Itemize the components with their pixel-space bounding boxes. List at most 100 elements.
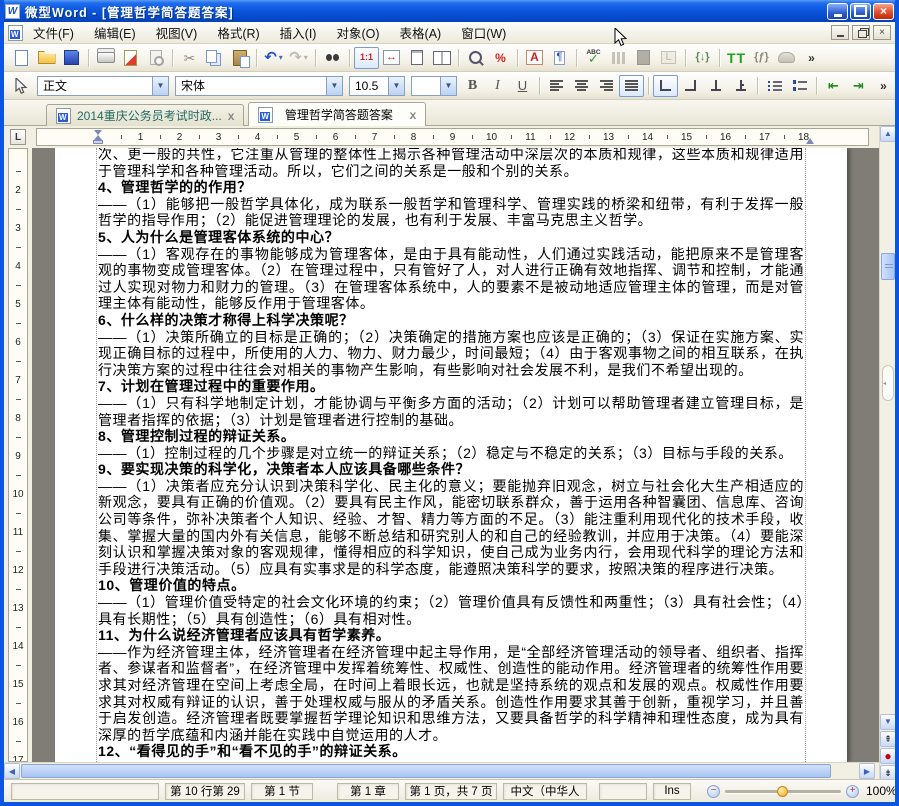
font-color-combo[interactable]: ▼ (411, 76, 457, 96)
toolbar-separator (535, 75, 544, 97)
zoom-100-button[interactable]: 1:1 (354, 47, 379, 69)
ruler-number: 13 (589, 129, 628, 145)
tab-close-icon[interactable]: x (228, 110, 235, 122)
document-paragraph: ——（1）决策所确立的目标是正确的；（2）决策确定的措施方案也应该是正确的；（3… (98, 329, 804, 379)
chevron-down-icon[interactable]: ▼ (152, 77, 168, 95)
font-color-button[interactable]: A (522, 47, 547, 69)
font-size-combo[interactable]: 10.5 ▼ (349, 76, 405, 96)
mail-merge-button[interactable] (774, 47, 799, 69)
fit-width-button[interactable]: ↔ (379, 47, 404, 69)
ruler-number: 18 (784, 129, 823, 145)
spellcheck-button[interactable]: ABC (581, 47, 606, 69)
export-pdf-button[interactable] (118, 47, 143, 69)
two-page-button[interactable] (429, 47, 454, 69)
letter-wizard-button[interactable]: L (656, 47, 681, 69)
browse-object-button[interactable]: ● (880, 748, 896, 764)
chevron-down-icon[interactable]: ▼ (388, 77, 404, 95)
style-combo[interactable]: 正文 ▼ (37, 76, 169, 96)
close-button[interactable]: × (873, 3, 894, 20)
vertical-scrollbar-thumb[interactable] (881, 253, 895, 280)
formula-button[interactable]: {ƒ} (749, 47, 774, 69)
zoom-out-button[interactable]: − (707, 785, 720, 798)
italic-button[interactable]: I (485, 75, 510, 97)
zoom-percent-button[interactable]: % (488, 47, 513, 69)
menu-insert[interactable]: 插入(I) (270, 20, 327, 45)
split-handle[interactable]: ◂ (882, 365, 894, 401)
vertical-ruler[interactable]: 2 3 4 5 6 7 8 9 10 11 (4, 148, 32, 762)
zoom-in-button[interactable]: + (846, 785, 859, 798)
chevron-down-icon[interactable]: ▼ (326, 77, 342, 95)
document-page[interactable]: 次、更一般的共性，它注重从管理的整体性上揭示各种管理活动中深层次的本质和规律，这… (55, 148, 847, 762)
shading-button[interactable] (631, 47, 656, 69)
minimize-document-button[interactable] (831, 25, 849, 40)
maximize-button[interactable] (850, 3, 871, 20)
close-document-button[interactable]: × (873, 25, 891, 40)
numbering-button[interactable] (787, 75, 812, 97)
select-tool-button[interactable] (9, 75, 34, 97)
tab-stop-selector[interactable]: L (10, 129, 26, 145)
ruler-number: 9 (9, 437, 27, 475)
ruler-number: 4 (238, 129, 277, 145)
justify-button[interactable] (619, 75, 644, 97)
tab-left-button[interactable] (653, 75, 678, 97)
minimize-button[interactable] (827, 3, 848, 20)
formatting-marks-button[interactable]: ¶ (547, 47, 572, 69)
horizontal-scrollbar[interactable]: ◀ ▶ (4, 762, 879, 779)
increase-indent-button[interactable]: ⇥ (846, 75, 871, 97)
underline-button[interactable]: U (510, 75, 535, 97)
tab-document-1[interactable]: 2014重庆公务员考试时政... x (46, 104, 244, 126)
tab-document-2[interactable]: 管理哲学简答题答案 x (248, 102, 426, 126)
align-left-button[interactable] (544, 75, 569, 97)
align-center-button[interactable] (569, 75, 594, 97)
document-paragraph: 8、管理控制过程的辩证关系。 (98, 428, 804, 445)
tab-right-button[interactable] (678, 75, 703, 97)
scroll-up-button[interactable]: ▲ (880, 126, 896, 142)
find-button[interactable] (320, 47, 345, 69)
document-text-column[interactable]: 次、更一般的共性，它注重从管理的整体性上揭示各种管理活动中深层次的本质和规律，这… (96, 148, 806, 762)
zoom-button[interactable] (463, 47, 488, 69)
vertical-scrollbar[interactable]: ▲ ◂ ▼ ⇞ ● ⇟ (879, 126, 895, 779)
menu-view[interactable]: 视图(V) (146, 20, 208, 45)
right-indent-marker[interactable] (806, 138, 814, 144)
left-indent-marker[interactable] (93, 140, 103, 144)
undo-button[interactable]: ↶ (261, 47, 286, 69)
toolbar-overflow-button[interactable]: » (799, 47, 824, 69)
menu-table[interactable]: 表格(A) (390, 20, 452, 45)
redo-button[interactable]: ↷ (286, 47, 311, 69)
bullets-button[interactable] (762, 75, 787, 97)
save-button[interactable] (59, 47, 84, 69)
print-preview-button[interactable] (143, 47, 168, 69)
decrease-indent-button[interactable]: ⇤ (821, 75, 846, 97)
print-button[interactable] (93, 47, 118, 69)
tab-close-icon[interactable]: x (410, 109, 417, 121)
toolbar-overflow-button[interactable]: » (871, 75, 896, 97)
horizontal-scrollbar-thumb[interactable] (21, 764, 831, 778)
scroll-down-button[interactable]: ▼ (880, 714, 896, 730)
menu-format[interactable]: 格式(R) (207, 20, 269, 45)
font-combo[interactable]: 宋体 ▼ (175, 76, 343, 96)
tab-decimal-button[interactable] (728, 75, 753, 97)
scroll-right-button[interactable]: ▶ (859, 763, 875, 779)
horizontal-ruler[interactable]: 1 2 3 4 5 6 7 8 9 10 11 12 (36, 128, 869, 146)
bold-button[interactable]: B (460, 75, 485, 97)
previous-page-button[interactable]: ⇞ (880, 731, 896, 747)
new-document-button[interactable] (9, 47, 34, 69)
nonprinting-fields-button[interactable]: ΤΤ (724, 47, 749, 69)
zoom-slider-track[interactable] (725, 790, 841, 793)
chevron-down-icon[interactable]: ▼ (440, 77, 456, 95)
tab-center-button[interactable] (703, 75, 728, 97)
cut-button[interactable]: ✂ (177, 47, 202, 69)
open-button[interactable] (34, 47, 59, 69)
scroll-left-button[interactable]: ◀ (4, 763, 20, 779)
menu-window[interactable]: 窗口(W) (451, 20, 516, 45)
align-right-button[interactable] (594, 75, 619, 97)
menu-object[interactable]: 对象(O) (326, 20, 389, 45)
paste-button[interactable] (227, 47, 252, 69)
copy-button[interactable] (202, 47, 227, 69)
menu-file[interactable]: 文件(F) (23, 20, 84, 45)
menu-edit[interactable]: 编辑(E) (84, 20, 146, 45)
one-page-button[interactable] (404, 47, 429, 69)
zoom-slider-thumb[interactable] (777, 786, 788, 797)
restore-document-button[interactable] (852, 25, 870, 40)
field-braces-button[interactable]: {↓} (690, 47, 715, 69)
